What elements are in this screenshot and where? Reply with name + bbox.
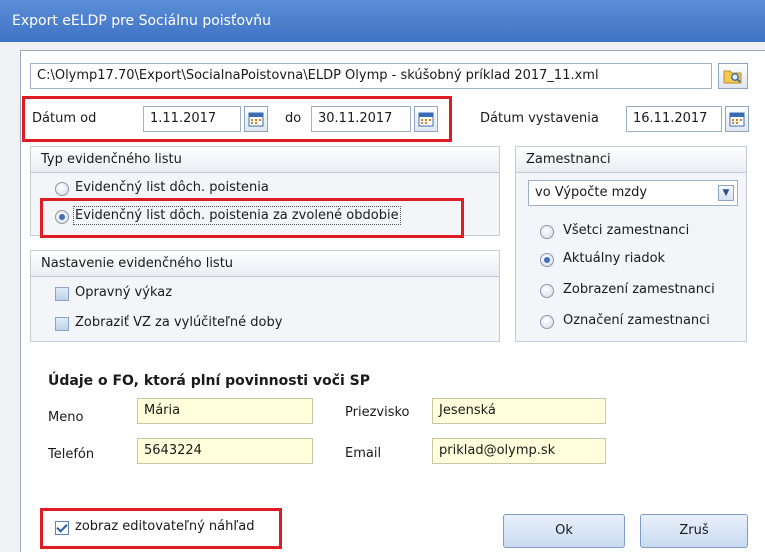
export-dialog: Export eELDP pre Sociálnu poisťovňu C:\O…: [0, 0, 765, 552]
cancel-button[interactable]: Zruš: [640, 514, 748, 548]
list-settings-title: Nastavenie evidenčného listu: [31, 251, 499, 277]
editable-preview-label[interactable]: zobraz editovateľný náhľad: [75, 519, 254, 534]
list-type-title: Typ evidenčného listu: [31, 147, 499, 173]
date-from-input[interactable]: 1.11.2017: [143, 106, 241, 132]
show-vz-checkbox[interactable]: [55, 317, 69, 331]
employees-radio-marked[interactable]: [540, 315, 554, 329]
date-from-calendar-button[interactable]: [244, 106, 268, 132]
date-to-label: do: [285, 111, 302, 126]
employees-radio-current[interactable]: [540, 253, 554, 267]
employees-source-select[interactable]: vo Výpočte mzdy: [528, 180, 738, 206]
chevron-down-icon[interactable]: ▼: [718, 185, 734, 201]
date-to-calendar-button[interactable]: [414, 106, 438, 132]
show-vz-label[interactable]: Zobraziť VZ za vylúčiteľné doby: [75, 315, 282, 330]
email-input[interactable]: priklad@olymp.sk: [432, 438, 606, 464]
surname-label: Priezvisko: [345, 405, 410, 420]
employees-option-current[interactable]: Aktuálny riadok: [563, 251, 665, 266]
phone-input[interactable]: 5643224: [137, 438, 313, 464]
employees-option-all[interactable]: Všetci zamestnanci: [563, 223, 689, 238]
employees-source-value: vo Výpočte mzdy: [535, 185, 648, 200]
person-heading: Údaje o FO, ktorá plní povinnosti voči S…: [48, 373, 371, 389]
issue-date-input[interactable]: 16.11.2017: [626, 106, 722, 132]
list-type-option-period[interactable]: Evidenčný list dôch. poistenia za zvolen…: [73, 206, 401, 225]
issue-date-label: Dátum vystavenia: [480, 111, 599, 126]
corrective-report-label[interactable]: Opravný výkaz: [75, 285, 172, 300]
browse-button[interactable]: [718, 63, 748, 89]
surname-input[interactable]: Jesenská: [432, 398, 606, 424]
window-title: Export eELDP pre Sociálnu poisťovňu: [0, 0, 765, 42]
list-type-option-standard[interactable]: Evidenčný list dôch. poistenia: [75, 180, 269, 195]
email-label: Email: [345, 446, 382, 461]
folder-search-icon: [723, 70, 742, 84]
date-to-input[interactable]: 30.11.2017: [311, 106, 411, 132]
calendar-icon: [418, 112, 434, 127]
employees-option-marked[interactable]: Označení zamestnanci: [563, 313, 710, 328]
name-input[interactable]: Mária: [137, 398, 313, 424]
issue-date-calendar-button[interactable]: [725, 106, 749, 132]
employees-radio-all[interactable]: [540, 225, 554, 239]
list-type-radio-standard[interactable]: [55, 182, 69, 196]
date-from-label: Dátum od: [32, 111, 97, 126]
employees-title: Zamestnanci: [516, 147, 746, 173]
calendar-icon: [729, 112, 745, 127]
ok-button[interactable]: Ok: [503, 514, 625, 548]
editable-preview-checkbox[interactable]: [55, 521, 69, 535]
file-path-input[interactable]: C:\Olymp17.70\Export\SocialnaPoistovna\E…: [30, 63, 712, 89]
employees-option-displayed[interactable]: Zobrazení zamestnanci: [563, 282, 715, 297]
employees-radio-displayed[interactable]: [540, 284, 554, 298]
corrective-report-checkbox[interactable]: [55, 287, 69, 301]
name-label: Meno: [48, 410, 84, 425]
list-type-radio-period[interactable]: [55, 210, 69, 224]
phone-label: Telefón: [48, 447, 95, 462]
calendar-icon: [248, 112, 264, 127]
